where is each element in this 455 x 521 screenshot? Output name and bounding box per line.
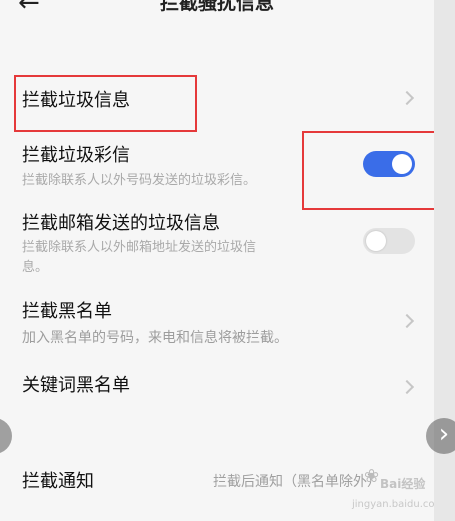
row-title-keyword-blacklist: 关键词黑名单 [22, 375, 130, 396]
watermark: ❀ Bai经验 jingyan.baidu.com [344, 466, 434, 516]
page-title: 拦截骚扰信息 [159, 0, 274, 14]
row-subtitle-email-spam-line2: 息。 [22, 260, 49, 275]
row-title-notification: 拦截通知 [22, 471, 94, 492]
watermark-brand: Bai经验 [380, 477, 426, 491]
chevron-right-icon [399, 379, 415, 395]
watermark-url: jingyan.baidu.com [352, 499, 434, 510]
chevron-right-icon [399, 313, 415, 329]
highlight-box-spam-sms [14, 75, 197, 132]
row-email-spam: 拦截邮箱发送的垃圾信息 拦截除联系人以外邮箱地址发送的垃圾信 息。 [0, 206, 434, 286]
row-title-spam-mms: 拦截垃圾彩信 [22, 145, 130, 166]
chevron-left-icon[interactable]: ‹ [0, 418, 12, 454]
paw-logo-icon: ❀ [364, 466, 380, 487]
row-subtitle-email-spam-line1: 拦截除联系人以外邮箱地址发送的垃圾信 [22, 240, 257, 255]
chevron-right-icon[interactable]: › [426, 418, 455, 454]
row-title-email-spam: 拦截邮箱发送的垃圾信息 [22, 213, 220, 234]
row-blacklist[interactable]: 拦截黑名单 加入黑名单的号码，来电和信息将被拦截。 [0, 294, 434, 358]
toggle-knob [366, 231, 386, 251]
row-subtitle-spam-mms: 拦截除联系人以外号码发送的垃圾彩信。 [22, 173, 257, 188]
phone-screen: ← 拦截骚扰信息 拦截垃圾信息 拦截垃圾彩信 拦截除联系人以外号码发送的垃圾彩信… [0, 0, 434, 521]
row-keyword-blacklist[interactable]: 关键词黑名单 [0, 368, 434, 408]
chevron-right-icon [399, 90, 415, 106]
email-spam-toggle[interactable] [363, 228, 415, 254]
highlight-box-mms-toggle [302, 131, 434, 210]
row-subtitle-blacklist: 加入黑名单的号码，来电和信息将被拦截。 [22, 330, 288, 346]
row-title-blacklist: 拦截黑名单 [22, 301, 112, 322]
top-bar: ← 拦截骚扰信息 [0, 0, 434, 36]
